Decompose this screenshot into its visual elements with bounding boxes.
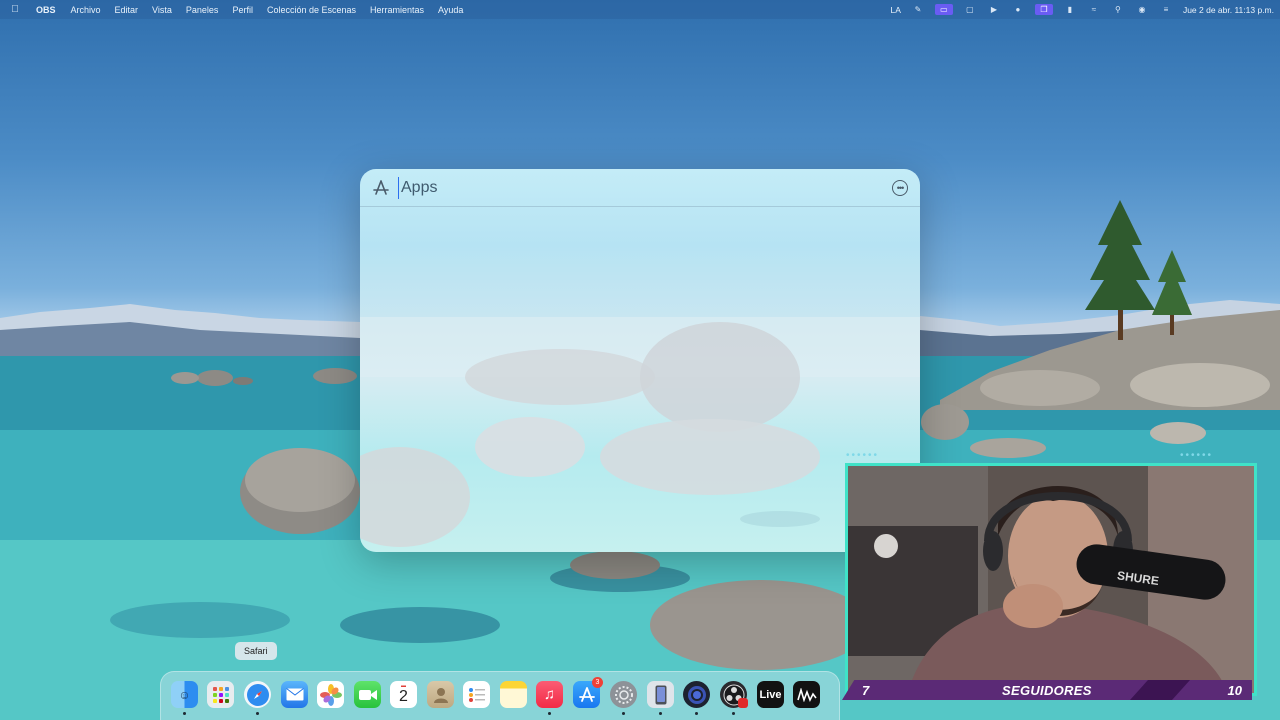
search-icon[interactable]: ⚲ xyxy=(1111,4,1125,15)
obs-running-indicator xyxy=(732,712,735,715)
display-icon[interactable]: ❐ xyxy=(1034,4,1053,15)
mail-icon[interactable] xyxy=(281,681,308,708)
overlay-dots-left: •••••• xyxy=(846,450,880,461)
live-label: Live xyxy=(759,688,782,701)
spotlight-search-input[interactable] xyxy=(398,177,868,199)
safari-icon[interactable] xyxy=(244,681,271,708)
menu-vista[interactable]: Vista xyxy=(145,5,179,15)
battery-icon[interactable]: ▮ xyxy=(1063,4,1077,15)
reminders-icon[interactable] xyxy=(463,681,490,708)
contacts-icon[interactable] xyxy=(427,681,454,708)
settings-icon[interactable] xyxy=(610,681,637,708)
safari-running-indicator xyxy=(256,712,259,715)
screen-recording-icon[interactable]: ▭ xyxy=(934,4,953,15)
menu-perfil[interactable]: Perfil xyxy=(225,5,260,15)
webcam-feed: SHURE xyxy=(848,466,1254,693)
siri-icon[interactable]: ◉ xyxy=(1135,4,1149,15)
followers-current: 7 xyxy=(862,682,870,698)
app-store-icon xyxy=(373,180,389,195)
circle-app-icon[interactable] xyxy=(683,681,710,708)
overlay-dots-right: •••••• xyxy=(1180,450,1214,461)
launchpad-icon[interactable] xyxy=(207,681,234,708)
date-time[interactable]: Jue 2 de abr. 11:13 p.m. xyxy=(1183,5,1274,15)
spotlight-window: ••• xyxy=(360,169,920,552)
phone-icon[interactable] xyxy=(647,681,674,708)
window-icon[interactable]: ▢ xyxy=(963,4,977,15)
menu-bar:  OBS Archivo Editar Vista Paneles Perfi… xyxy=(0,0,1280,19)
circle-app-running-indicator xyxy=(695,712,698,715)
dictation-icon[interactable]: ✎ xyxy=(911,4,925,15)
apple-icon[interactable]:  xyxy=(0,4,30,15)
menu-coleccion-escenas[interactable]: Colección de Escenas xyxy=(260,5,363,15)
live-icon[interactable]: Live xyxy=(757,681,784,708)
finder-running-indicator xyxy=(183,712,186,715)
menu-app-name[interactable]: OBS xyxy=(30,5,64,15)
photos-icon[interactable] xyxy=(317,681,344,708)
notes-icon[interactable] xyxy=(500,681,527,708)
phone-running-indicator xyxy=(659,712,662,715)
menu-herramientas[interactable]: Herramientas xyxy=(363,5,431,15)
followers-goal-bar: 7 SEGUIDORES 10 xyxy=(842,680,1252,700)
control-center-icon[interactable]: ≡ xyxy=(1159,4,1173,15)
app-store-badge: 3 xyxy=(592,677,603,688)
wifi-icon[interactable]: ≈ xyxy=(1087,4,1101,15)
spotlight-search-bar: ••• xyxy=(360,169,920,207)
music-icon[interactable]: ♫ xyxy=(536,681,563,708)
menu-ayuda[interactable]: Ayuda xyxy=(431,5,470,15)
dock: ☺ ▬ 2 ♫ 3 Live xyxy=(160,671,840,720)
waveform-icon[interactable] xyxy=(793,681,820,708)
obs-recording-indicator xyxy=(738,698,748,708)
menu-archivo[interactable]: Archivo xyxy=(64,5,108,15)
spotlight-blur-backdrop xyxy=(360,317,920,547)
followers-label: SEGUIDORES xyxy=(1002,682,1092,698)
webcam-overlay: SHURE xyxy=(845,463,1257,696)
menu-paneles[interactable]: Paneles xyxy=(179,5,226,15)
facetime-icon[interactable] xyxy=(354,681,381,708)
dock-tooltip: Safari xyxy=(235,642,277,660)
status-area: LA ✎ ▭ ▢ ▶ ● ❐ ▮ ≈ ⚲ ◉ ≡ Jue 2 de abr. 1… xyxy=(891,0,1274,19)
calendar-day: 2 xyxy=(399,688,408,705)
music-running-indicator xyxy=(548,712,551,715)
calendar-icon[interactable]: ▬ 2 xyxy=(390,681,417,708)
user-icon[interactable]: ● xyxy=(1011,4,1025,15)
followers-goal: 10 xyxy=(1227,682,1242,698)
finder-icon[interactable]: ☺ xyxy=(171,681,198,708)
keyboard-layout-indicator[interactable]: LA xyxy=(891,5,901,15)
settings-running-indicator xyxy=(622,712,625,715)
menu-editar[interactable]: Editar xyxy=(108,5,146,15)
spotlight-results-area xyxy=(360,207,920,552)
ellipsis-circle-icon[interactable]: ••• xyxy=(892,180,908,196)
play-icon[interactable]: ▶ xyxy=(987,4,1001,15)
